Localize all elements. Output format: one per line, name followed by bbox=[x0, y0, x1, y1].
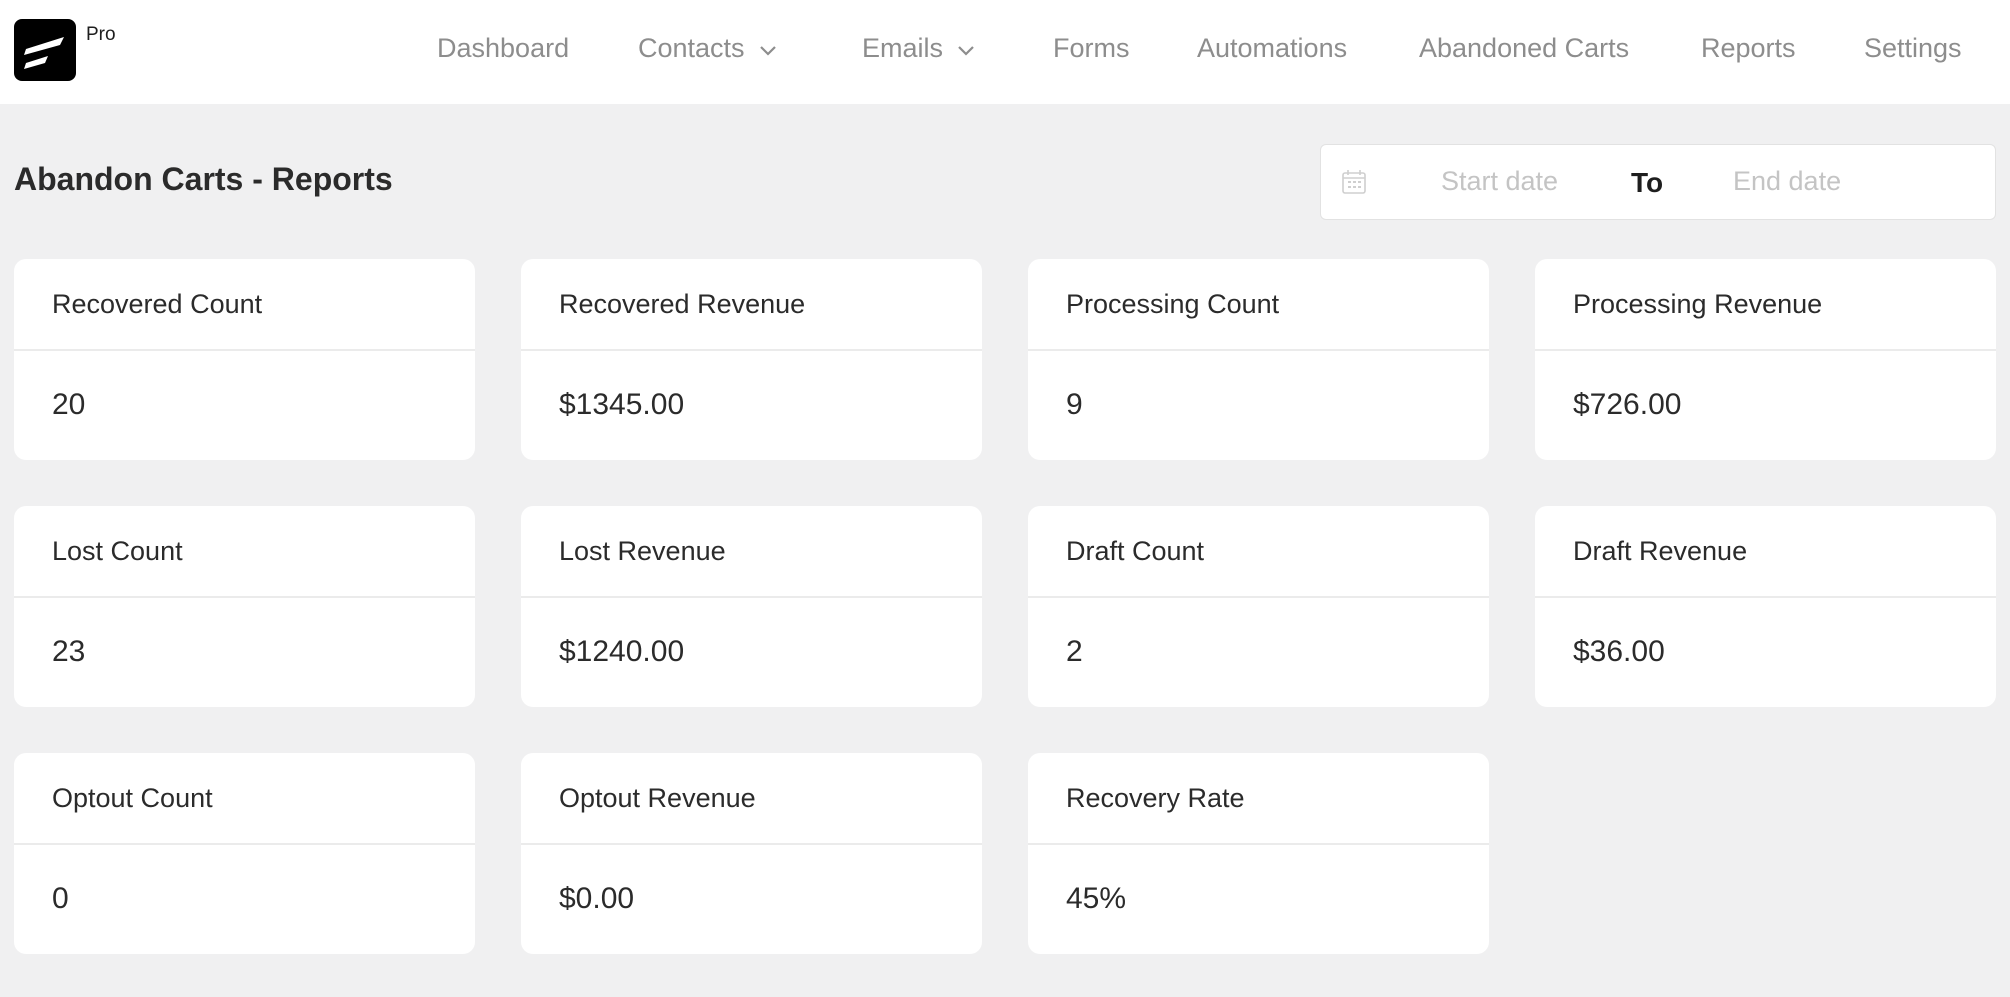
stat-card-draft-count: Draft Count 2 bbox=[1028, 506, 1489, 707]
stat-label: Lost Revenue bbox=[521, 506, 982, 598]
nav-label: Settings bbox=[1864, 32, 1962, 63]
stat-value: 20 bbox=[52, 387, 86, 421]
stat-card-processing-count: Processing Count 9 bbox=[1028, 259, 1489, 460]
calendar-icon[interactable] bbox=[1341, 169, 1367, 200]
stat-card-processing-revenue: Processing Revenue $726.00 bbox=[1535, 259, 1996, 460]
stat-label: Processing Count bbox=[1028, 259, 1489, 351]
nav-label: Automations bbox=[1197, 32, 1348, 63]
nav-label: Forms bbox=[1053, 32, 1130, 63]
nav-emails[interactable]: Emails bbox=[862, 0, 975, 96]
stat-label: Lost Count bbox=[14, 506, 475, 598]
date-range-separator: To bbox=[1631, 167, 1664, 198]
stat-card-lost-count: Lost Count 23 bbox=[14, 506, 475, 707]
stat-value: $1345.00 bbox=[559, 387, 685, 421]
stat-label: Processing Revenue bbox=[1535, 259, 1996, 351]
stat-label: Recovered Count bbox=[14, 259, 475, 351]
stat-label: Recovery Rate bbox=[1028, 753, 1489, 845]
nav-forms[interactable]: Forms bbox=[1053, 0, 1130, 96]
stat-value: $0.00 bbox=[559, 881, 635, 915]
stat-value: 23 bbox=[52, 634, 86, 668]
stat-card-draft-revenue: Draft Revenue $36.00 bbox=[1535, 506, 1996, 707]
chevron-down-icon bbox=[957, 33, 975, 64]
stat-card-recovered-count: Recovered Count 20 bbox=[14, 259, 475, 460]
nav-label: Abandoned Carts bbox=[1419, 32, 1630, 63]
stat-label: Optout Count bbox=[14, 753, 475, 845]
stat-value: $1240.00 bbox=[559, 634, 685, 668]
nav-label: Contacts bbox=[638, 32, 745, 63]
nav-contacts[interactable]: Contacts bbox=[638, 0, 777, 96]
stat-value: 9 bbox=[1066, 387, 1083, 421]
nav-label: Dashboard bbox=[437, 32, 570, 63]
page-title: Abandon Carts - Reports bbox=[14, 161, 393, 197]
nav-dashboard[interactable]: Dashboard bbox=[437, 0, 569, 96]
pro-badge: Pro bbox=[86, 24, 116, 45]
stat-label: Optout Revenue bbox=[521, 753, 982, 845]
fluentcrm-logo-icon[interactable] bbox=[14, 19, 76, 81]
stat-label: Draft Count bbox=[1028, 506, 1489, 598]
stat-card-lost-revenue: Lost Revenue $1240.00 bbox=[521, 506, 982, 707]
nav-label: Reports bbox=[1701, 32, 1796, 63]
stat-label: Draft Revenue bbox=[1535, 506, 1996, 598]
date-range-picker[interactable]: To bbox=[1320, 144, 1996, 220]
stat-label: Recovered Revenue bbox=[521, 259, 982, 351]
stat-card-recovered-revenue: Recovered Revenue $1345.00 bbox=[521, 259, 982, 460]
end-date-input[interactable] bbox=[1733, 166, 1933, 197]
chevron-down-icon bbox=[759, 33, 777, 64]
top-navigation-bar: Pro Dashboard Contacts Emails Forms Auto… bbox=[0, 0, 2010, 104]
stat-value: $726.00 bbox=[1573, 387, 1682, 421]
start-date-input[interactable] bbox=[1441, 166, 1621, 197]
nav-automations[interactable]: Automations bbox=[1197, 0, 1347, 96]
stat-card-optout-revenue: Optout Revenue $0.00 bbox=[521, 753, 982, 954]
stat-card-recovery-rate: Recovery Rate 45% bbox=[1028, 753, 1489, 954]
stat-value: 0 bbox=[52, 881, 69, 915]
nav-reports[interactable]: Reports bbox=[1701, 0, 1796, 96]
nav-label: Emails bbox=[862, 32, 944, 63]
stat-value: 45% bbox=[1066, 881, 1127, 915]
nav-settings[interactable]: Settings bbox=[1864, 0, 1962, 96]
stat-value: $36.00 bbox=[1573, 634, 1665, 668]
nav-abandoned-carts[interactable]: Abandoned Carts bbox=[1419, 0, 1629, 96]
stat-value: 2 bbox=[1066, 634, 1083, 668]
stat-card-optout-count: Optout Count 0 bbox=[14, 753, 475, 954]
